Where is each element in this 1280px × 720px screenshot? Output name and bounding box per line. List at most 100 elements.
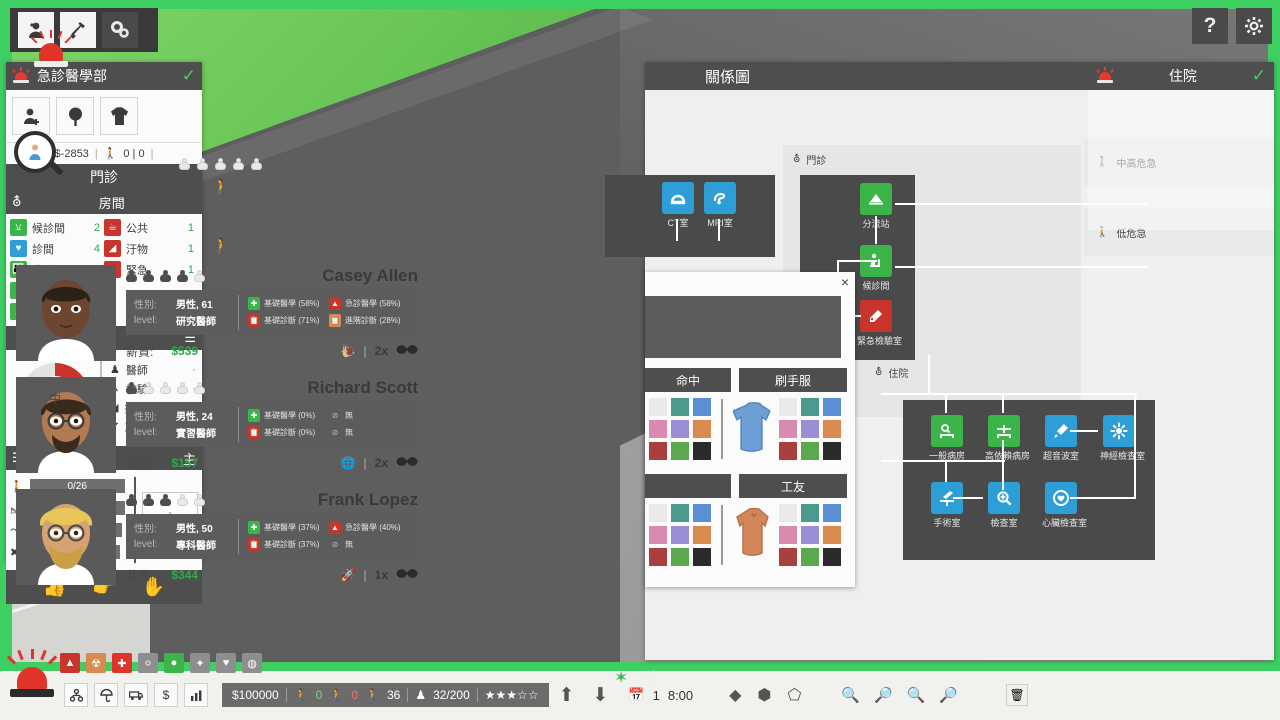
uniform-row-scrubs[interactable] (645, 392, 855, 460)
color-swatch[interactable] (693, 504, 711, 522)
color-swatch[interactable] (649, 548, 667, 566)
layers-icon[interactable]: ◆ (729, 685, 741, 705)
node-neurology-room[interactable]: 神經檢查室 (1100, 415, 1145, 462)
node-emergency-lab[interactable]: 緊急檢驗室 (857, 300, 902, 347)
emergency-icon[interactable]: ▲ (60, 653, 80, 673)
cube-icon[interactable]: ⬠ (787, 685, 801, 705)
hex-icon[interactable]: ⬢ (757, 685, 771, 705)
color-swatch[interactable] (649, 526, 667, 544)
color-swatch[interactable] (693, 548, 711, 566)
settings-tool-button[interactable] (102, 12, 138, 48)
node-general-ward[interactable]: 一般病房 (928, 415, 966, 462)
node-ultrasound-room[interactable]: 超音波室 (1042, 415, 1080, 462)
room-row[interactable]: ☕ 公共 1 (104, 217, 198, 238)
color-swatch[interactable] (649, 420, 667, 438)
decoration-button[interactable] (56, 97, 94, 135)
color-swatch[interactable] (671, 548, 689, 566)
research-button[interactable] (94, 683, 118, 707)
night-shift-indicator[interactable]: ☾ (646, 668, 661, 688)
color-swatch[interactable] (779, 442, 797, 460)
staff-candidate-row[interactable]: Richard Scott 性別: 男性, 24 level: 實習醫師 ✚ 基… (0, 377, 430, 489)
help-button[interactable]: ? (1192, 8, 1228, 44)
color-swatch[interactable] (801, 504, 819, 522)
color-swatch[interactable] (801, 548, 819, 566)
inpatient-check-icon[interactable]: ✓ (1252, 66, 1266, 86)
uniform-button[interactable] (100, 97, 138, 135)
color-swatch[interactable] (823, 442, 841, 460)
add-staff-button[interactable] (12, 97, 50, 135)
color-swatch[interactable] (779, 420, 797, 438)
close-icon[interactable]: × (841, 274, 849, 290)
department-check-icon[interactable]: ✓ (182, 66, 196, 86)
settings-button[interactable] (1236, 8, 1272, 44)
staff-candidate-list[interactable]: Casey Allen 性別: 男性, 61 level: 研究醫師 ✚ 基礎醫… (0, 265, 430, 600)
node-cardiology-room[interactable]: 心臟檢查室 (1042, 482, 1087, 529)
zoom-in-icon[interactable]: 🔍 (841, 686, 860, 704)
color-swatch[interactable] (693, 398, 711, 416)
color-swatch[interactable] (823, 504, 841, 522)
department-button[interactable] (64, 683, 88, 707)
staff-candidate-row[interactable]: Frank Lopez 性別: 男性, 50 level: 專科醫師 ✚ 基礎醫… (0, 489, 430, 600)
node-surgery-room[interactable]: 手術室 (928, 482, 966, 529)
day-shift-indicator[interactable]: ✶ (614, 668, 628, 688)
room-row[interactable]: ♥ 診間 4 (10, 238, 104, 259)
section-rooms-header[interactable]: ⛢ 房間 (6, 190, 202, 214)
finance-button[interactable]: $ (154, 683, 178, 707)
color-swatch[interactable] (693, 526, 711, 544)
level-value: 專科醫師 (176, 541, 216, 552)
color-swatch[interactable] (801, 526, 819, 544)
color-swatch[interactable] (671, 526, 689, 544)
color-swatch[interactable] (779, 398, 797, 416)
speed-down-button[interactable]: ⬇ (593, 684, 609, 707)
color-swatch[interactable] (671, 398, 689, 416)
color-swatch[interactable] (823, 548, 841, 566)
node-waiting-room[interactable]: 候診間 (857, 245, 895, 292)
color-swatch[interactable] (649, 504, 667, 522)
node-icu-ward[interactable]: 高依賴病房 (985, 415, 1030, 462)
level-value: 實習醫師 (176, 429, 216, 440)
color-swatch[interactable] (671, 442, 689, 460)
delete-button[interactable]: 🗑 (1006, 684, 1029, 706)
color-swatch[interactable] (801, 442, 819, 460)
internal-icon[interactable]: ● (164, 653, 184, 673)
color-swatch[interactable] (801, 420, 819, 438)
swatch-grid-left[interactable] (649, 398, 711, 460)
staff-candidate-row[interactable]: Casey Allen 性別: 男性, 61 level: 研究醫師 ✚ 基礎醫… (0, 265, 430, 377)
color-swatch[interactable] (671, 420, 689, 438)
cardio2-icon[interactable]: ♥ (216, 653, 236, 673)
emergency-siren-icon[interactable] (6, 649, 58, 707)
swatch-grid-left[interactable] (649, 504, 711, 566)
ultrasound-icon[interactable]: ✦ (190, 653, 210, 673)
swatch-grid-right[interactable] (779, 398, 841, 460)
color-swatch[interactable] (823, 526, 841, 544)
speed-up-button[interactable]: ⬆ (559, 684, 575, 707)
zoom-out-icon[interactable]: 🔎 (874, 686, 893, 704)
color-swatch[interactable] (649, 442, 667, 460)
room-row[interactable]: ⚺ 候診間 2 (10, 217, 104, 238)
color-swatch[interactable] (779, 548, 797, 566)
color-swatch[interactable] (693, 420, 711, 438)
color-swatch[interactable] (693, 442, 711, 460)
color-swatch[interactable] (779, 526, 797, 544)
color-swatch[interactable] (671, 504, 689, 522)
brain-icon[interactable]: ◍ (242, 653, 262, 673)
ambulance-button[interactable] (124, 683, 148, 707)
zoom-fit-icon[interactable]: 🔍 (907, 686, 926, 704)
color-swatch[interactable] (823, 420, 841, 438)
neurology-icon[interactable]: ⚪ (138, 653, 158, 673)
node-mri-room[interactable]: MRI室 (701, 182, 739, 229)
color-swatch[interactable] (779, 504, 797, 522)
radiology-icon[interactable]: ☢ (86, 653, 106, 673)
swatch-grid-right[interactable] (779, 504, 841, 566)
color-swatch[interactable] (649, 398, 667, 416)
uniform-row-janitor[interactable] (645, 498, 855, 566)
room-row[interactable]: ◢ 汙物 1 (104, 238, 198, 259)
cardiology-icon[interactable]: ✚ (112, 653, 132, 673)
color-swatch[interactable] (801, 398, 819, 416)
node-checkup-room[interactable]: 檢查室 (985, 482, 1023, 529)
zoom-reset-icon[interactable]: 🔎 (939, 686, 958, 704)
node-ct-room[interactable]: CT室 (659, 182, 697, 229)
color-swatch[interactable] (823, 398, 841, 416)
stats-button[interactable] (184, 683, 208, 707)
inpatient-department-header[interactable]: 住院 ✓ (1088, 62, 1274, 90)
